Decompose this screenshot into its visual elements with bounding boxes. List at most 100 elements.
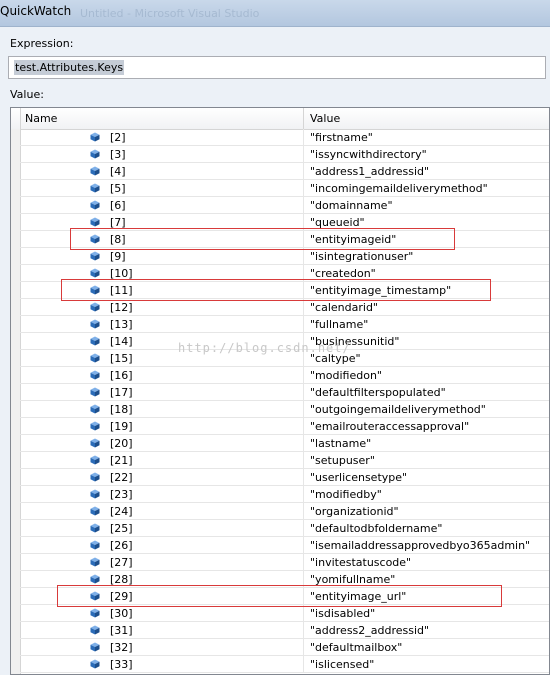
row-column-separator <box>303 469 304 486</box>
table-row[interactable]: [12] "calendarid" <box>20 299 549 316</box>
row-column-separator <box>303 435 304 452</box>
expression-input[interactable]: test.Attributes.Keys <box>8 56 546 79</box>
row-column-separator <box>303 384 304 401</box>
row-column-separator <box>303 197 304 214</box>
row-index: [32] <box>110 641 133 654</box>
row-index: [15] <box>110 352 133 365</box>
row-column-separator <box>303 129 304 146</box>
row-index: [26] <box>110 539 133 552</box>
row-column-separator <box>303 656 304 673</box>
row-index: [18] <box>110 403 133 416</box>
row-index: [17] <box>110 386 133 399</box>
window-title-blurred: Untitled - Microsoft Visual Studio <box>80 7 260 20</box>
table-row[interactable]: [9] "isintegrationuser" <box>20 248 549 265</box>
field-cube-icon <box>90 166 100 176</box>
row-column-separator <box>303 605 304 622</box>
table-row[interactable]: [6] "domainname" <box>20 197 549 214</box>
row-index: [25] <box>110 522 133 535</box>
field-cube-icon <box>90 438 100 448</box>
column-header-name[interactable]: Name <box>25 112 57 125</box>
row-index: [21] <box>110 454 133 467</box>
row-column-separator <box>303 401 304 418</box>
field-cube-icon <box>90 370 100 380</box>
table-row[interactable]: [20] "lastname" <box>20 435 549 452</box>
table-row[interactable]: [13] "fullname" <box>20 316 549 333</box>
table-row[interactable]: [30] "isdisabled" <box>20 605 549 622</box>
table-row[interactable]: [16] "modifiedon" <box>20 367 549 384</box>
table-row[interactable]: [5] "incomingemaildeliverymethod" <box>20 180 549 197</box>
field-cube-icon <box>90 659 100 669</box>
row-index: [23] <box>110 488 133 501</box>
table-row[interactable]: [4] "address1_addressid" <box>20 163 549 180</box>
column-separator[interactable] <box>303 108 304 129</box>
table-row[interactable]: [24] "organizationid" <box>20 503 549 520</box>
row-index: [2] <box>110 131 126 144</box>
table-row[interactable]: [2] "firstname" <box>20 129 549 146</box>
table-row[interactable]: [17] "defaultfilterspopulated" <box>20 384 549 401</box>
table-row[interactable]: [23] "modifiedby" <box>20 486 549 503</box>
grid-header: Name Value <box>11 108 549 130</box>
row-column-separator <box>303 299 304 316</box>
table-row[interactable]: [25] "defaultodbfoldername" <box>20 520 549 537</box>
row-column-separator <box>303 248 304 265</box>
header-gutter <box>11 108 21 129</box>
expression-label: Expression: <box>10 37 74 50</box>
row-value: "address2_addressid" <box>310 624 430 637</box>
table-row[interactable]: [26] "isemailaddressapprovedbyo365admin" <box>20 537 549 554</box>
row-value: "incomingemaildeliverymethod" <box>310 182 488 195</box>
row-column-separator <box>303 554 304 571</box>
highlight-box <box>57 585 502 607</box>
table-row[interactable]: [27] "invitestatuscode" <box>20 554 549 571</box>
table-row[interactable]: [3] "issyncwithdirectory" <box>20 146 549 163</box>
row-index: [9] <box>110 250 126 263</box>
row-value: "setupuser" <box>310 454 375 467</box>
row-value: "firstname" <box>310 131 373 144</box>
table-row[interactable]: [21] "setupuser" <box>20 452 549 469</box>
row-index: [5] <box>110 182 126 195</box>
row-index: [20] <box>110 437 133 450</box>
table-row[interactable]: [18] "outgoingemaildeliverymethod" <box>20 401 549 418</box>
column-header-value[interactable]: Value <box>310 112 340 125</box>
row-value: "address1_addressid" <box>310 165 430 178</box>
row-column-separator <box>303 503 304 520</box>
row-index: [13] <box>110 318 133 331</box>
field-cube-icon <box>90 387 100 397</box>
table-row[interactable]: [19] "emailrouteraccessapproval" <box>20 418 549 435</box>
row-value: "organizationid" <box>310 505 399 518</box>
row-value: "domainname" <box>310 199 393 212</box>
row-column-separator <box>303 520 304 537</box>
row-value: "isdisabled" <box>310 607 376 620</box>
field-cube-icon <box>90 132 100 142</box>
table-row[interactable]: [33] "islicensed" <box>20 656 549 673</box>
field-cube-icon <box>90 574 100 584</box>
field-cube-icon <box>90 251 100 261</box>
row-column-separator <box>303 146 304 163</box>
table-row[interactable]: [31] "address2_addressid" <box>20 622 549 639</box>
row-value: "modifiedby" <box>310 488 382 501</box>
row-value: "isintegrationuser" <box>310 250 414 263</box>
row-index: [33] <box>110 658 133 671</box>
row-value: "defaultmailbox" <box>310 641 403 654</box>
row-value: "invitestatuscode" <box>310 556 412 569</box>
expression-value[interactable]: test.Attributes.Keys <box>14 60 125 75</box>
field-cube-icon <box>90 625 100 635</box>
table-row[interactable]: [32] "defaultmailbox" <box>20 639 549 656</box>
row-column-separator <box>303 316 304 333</box>
row-value: "isemailaddressapprovedbyo365admin" <box>310 539 531 552</box>
row-index: [24] <box>110 505 133 518</box>
row-column-separator <box>303 537 304 554</box>
table-row[interactable]: [22] "userlicensetype" <box>20 469 549 486</box>
row-column-separator <box>303 452 304 469</box>
row-value: "modifiedon" <box>310 369 382 382</box>
highlight-box <box>61 279 491 301</box>
row-column-separator <box>303 622 304 639</box>
field-cube-icon <box>90 421 100 431</box>
field-cube-icon <box>90 608 100 618</box>
field-cube-icon <box>90 183 100 193</box>
row-column-separator <box>303 163 304 180</box>
field-cube-icon <box>90 302 100 312</box>
field-cube-icon <box>90 472 100 482</box>
row-value: "fullname" <box>310 318 369 331</box>
row-value: "defaultfilterspopulated" <box>310 386 446 399</box>
row-value: "calendarid" <box>310 301 378 314</box>
